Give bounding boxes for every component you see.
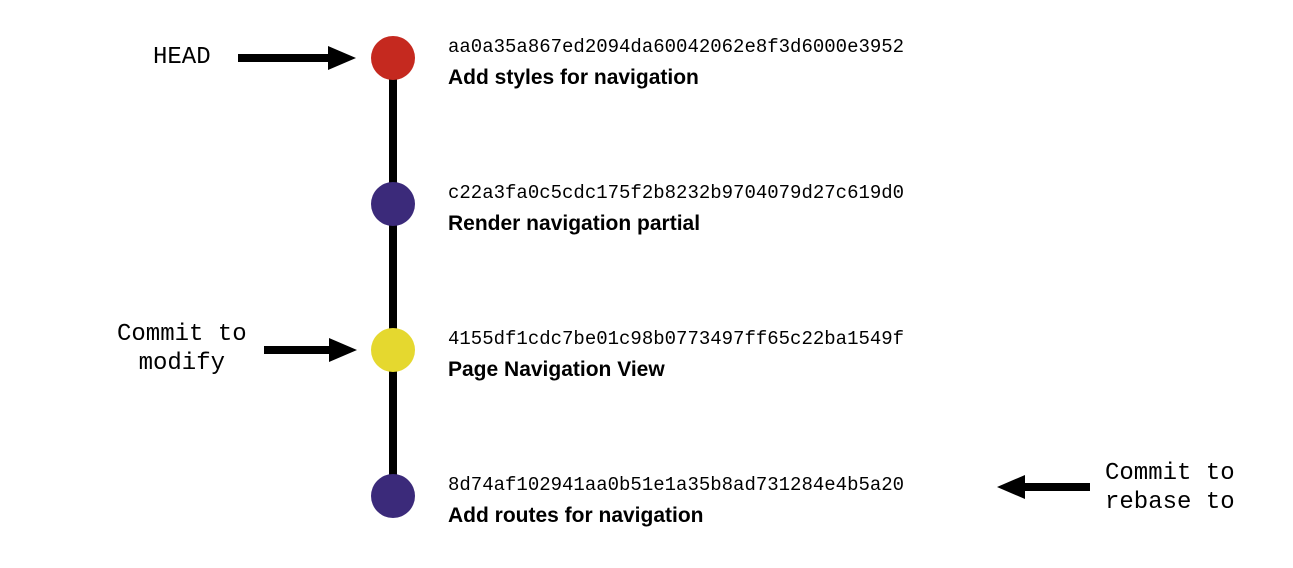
commit-message-4: Add routes for navigation [448, 504, 904, 528]
arrow-commit-to-rebase [990, 472, 1090, 502]
commit-node-4 [371, 474, 415, 518]
arrow-head [238, 43, 358, 73]
commit-message-3: Page Navigation View [448, 358, 904, 382]
commit-to-rebase-label: Commit to rebase to [1105, 460, 1235, 518]
commit-to-modify-line2: modify [117, 350, 247, 379]
commit-node-2 [371, 182, 415, 226]
commit-hash-2: c22a3fa0c5cdc175f2b8232b9704079d27c619d0 [448, 182, 904, 204]
arrow-commit-to-modify [264, 335, 359, 365]
commit-message-2: Render navigation partial [448, 212, 904, 236]
commit-hash-1: aa0a35a867ed2094da60042062e8f3d6000e3952 [448, 36, 904, 58]
head-label: HEAD [153, 44, 211, 73]
commit-connector-line [389, 58, 397, 508]
commit-info-4: 8d74af102941aa0b51e1a35b8ad731284e4b5a20… [448, 474, 904, 528]
commit-to-rebase-line2: rebase to [1105, 489, 1235, 518]
commit-info-1: aa0a35a867ed2094da60042062e8f3d6000e3952… [448, 36, 904, 90]
commit-node-3 [371, 328, 415, 372]
commit-to-modify-line1: Commit to [117, 321, 247, 350]
head-label-text: HEAD [153, 44, 211, 71]
commit-to-rebase-line1: Commit to [1105, 460, 1235, 489]
commit-info-2: c22a3fa0c5cdc175f2b8232b9704079d27c619d0… [448, 182, 904, 236]
commit-hash-3: 4155df1cdc7be01c98b0773497ff65c22ba1549f [448, 328, 904, 350]
commit-hash-4: 8d74af102941aa0b51e1a35b8ad731284e4b5a20 [448, 474, 904, 496]
commit-info-3: 4155df1cdc7be01c98b0773497ff65c22ba1549f… [448, 328, 904, 382]
commit-to-modify-label: Commit to modify [117, 321, 247, 379]
git-commit-diagram: aa0a35a867ed2094da60042062e8f3d6000e3952… [0, 0, 1293, 568]
commit-message-1: Add styles for navigation [448, 66, 904, 90]
commit-node-1 [371, 36, 415, 80]
